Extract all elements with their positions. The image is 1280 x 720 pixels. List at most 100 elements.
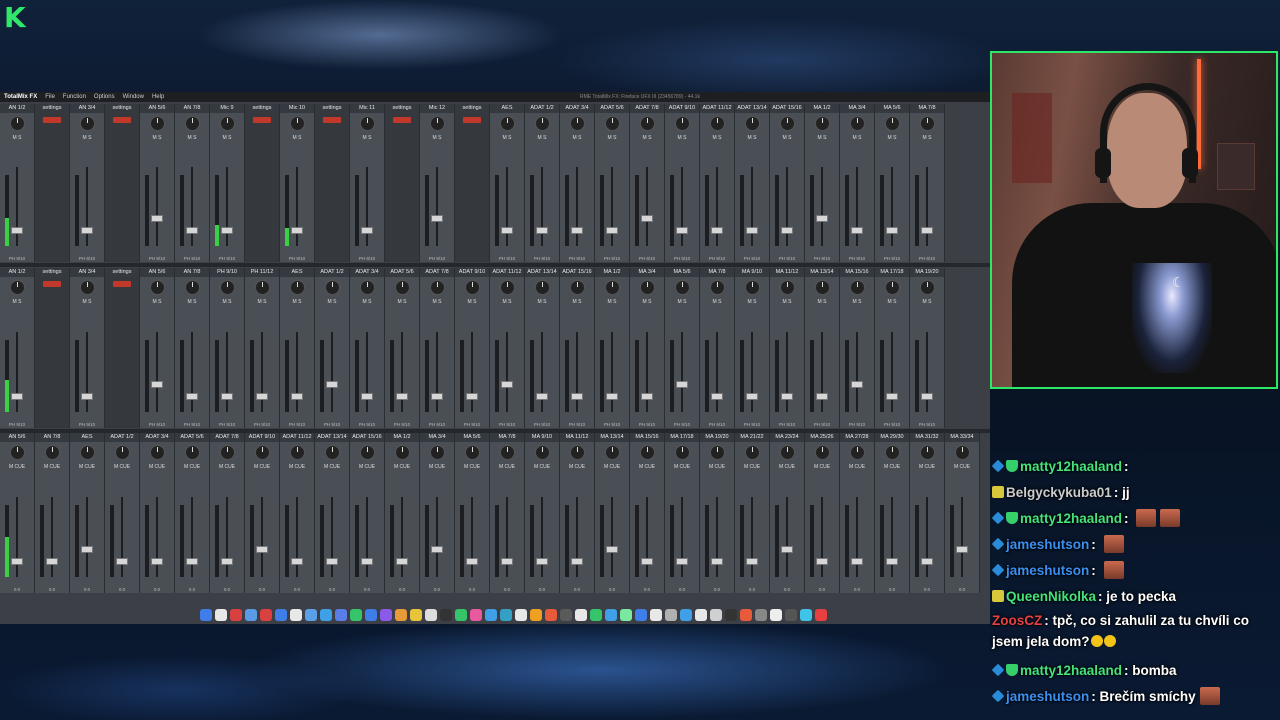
chat-username[interactable]: jameshutson — [1006, 563, 1089, 578]
volume-fader[interactable] — [151, 557, 163, 565]
volume-fader[interactable] — [851, 380, 863, 388]
mute-solo-buttons[interactable]: M CUE — [525, 464, 559, 470]
volume-fader[interactable] — [116, 557, 128, 565]
mute-solo-buttons[interactable]: M S — [420, 299, 454, 305]
dock-app-icon[interactable] — [305, 609, 317, 621]
chat-username[interactable]: jameshutson — [1006, 537, 1089, 552]
pan-knob[interactable] — [709, 280, 725, 295]
dock-app-icon[interactable] — [665, 609, 677, 621]
dock-app-icon[interactable] — [425, 609, 437, 621]
dock-app-icon[interactable] — [740, 609, 752, 621]
mute-solo-buttons[interactable]: M S — [735, 299, 769, 305]
dock-app-icon[interactable] — [470, 609, 482, 621]
pan-knob[interactable] — [569, 280, 585, 295]
mute-solo-buttons[interactable]: M CUE — [140, 464, 174, 470]
dock-app-icon[interactable] — [680, 609, 692, 621]
stereo-toggle[interactable] — [43, 117, 61, 123]
volume-fader[interactable] — [816, 392, 828, 400]
volume-fader[interactable] — [431, 545, 443, 553]
volume-fader[interactable] — [746, 392, 758, 400]
mute-solo-buttons[interactable]: M CUE — [770, 464, 804, 470]
volume-fader[interactable] — [466, 392, 478, 400]
volume-fader[interactable] — [641, 557, 653, 565]
volume-fader[interactable] — [571, 227, 583, 235]
mute-solo-buttons[interactable]: M CUE — [0, 464, 34, 470]
dock-app-icon[interactable] — [545, 609, 557, 621]
mute-solo-buttons[interactable]: M S — [0, 299, 34, 305]
dock-app-icon[interactable] — [650, 609, 662, 621]
pan-knob[interactable] — [359, 116, 375, 131]
pan-knob[interactable] — [184, 116, 200, 131]
mute-solo-buttons[interactable]: M S — [70, 135, 104, 141]
volume-fader[interactable] — [886, 557, 898, 565]
stereo-toggle[interactable] — [113, 281, 131, 287]
mute-solo-buttons[interactable]: M CUE — [35, 464, 69, 470]
mute-solo-buttons[interactable]: M S — [910, 299, 944, 305]
mute-solo-buttons[interactable]: M CUE — [385, 464, 419, 470]
pan-knob[interactable] — [884, 445, 900, 460]
pan-knob[interactable] — [744, 116, 760, 131]
volume-fader[interactable] — [501, 380, 513, 388]
mute-solo-buttons[interactable]: M S — [525, 299, 559, 305]
volume-fader[interactable] — [186, 392, 198, 400]
dock-app-icon[interactable] — [710, 609, 722, 621]
channel-settings-panel[interactable]: settings — [455, 104, 490, 262]
volume-fader[interactable] — [746, 557, 758, 565]
pan-knob[interactable] — [674, 116, 690, 131]
menu-item-function[interactable]: Function — [63, 94, 86, 100]
pan-knob[interactable] — [79, 445, 95, 460]
volume-fader[interactable] — [711, 227, 723, 235]
pan-knob[interactable] — [499, 445, 515, 460]
volume-fader[interactable] — [81, 392, 93, 400]
dock-app-icon[interactable] — [725, 609, 737, 621]
dock-app-icon[interactable] — [500, 609, 512, 621]
pan-knob[interactable] — [289, 445, 305, 460]
volume-fader[interactable] — [956, 545, 968, 553]
volume-fader[interactable] — [46, 557, 58, 565]
dock-app-icon[interactable] — [275, 609, 287, 621]
mute-solo-buttons[interactable]: M CUE — [700, 464, 734, 470]
volume-fader[interactable] — [361, 392, 373, 400]
pan-knob[interactable] — [919, 116, 935, 131]
mute-solo-buttons[interactable]: M S — [70, 299, 104, 305]
chat-username[interactable]: ZoosCZ — [992, 613, 1042, 628]
mute-solo-buttons[interactable]: M CUE — [560, 464, 594, 470]
mute-solo-buttons[interactable]: M S — [875, 299, 909, 305]
dock-app-icon[interactable] — [395, 609, 407, 621]
pan-knob[interactable] — [254, 280, 270, 295]
mute-solo-buttons[interactable]: M S — [805, 135, 839, 141]
mute-solo-buttons[interactable]: M S — [875, 135, 909, 141]
dock-app-icon[interactable] — [575, 609, 587, 621]
stereo-toggle[interactable] — [253, 117, 271, 123]
stereo-toggle[interactable] — [43, 281, 61, 287]
mute-solo-buttons[interactable]: M CUE — [875, 464, 909, 470]
volume-fader[interactable] — [676, 227, 688, 235]
mute-solo-buttons[interactable]: M S — [0, 135, 34, 141]
dock-app-icon[interactable] — [290, 609, 302, 621]
volume-fader[interactable] — [886, 227, 898, 235]
pan-knob[interactable] — [744, 445, 760, 460]
pan-knob[interactable] — [324, 445, 340, 460]
pan-knob[interactable] — [884, 280, 900, 295]
mute-solo-buttons[interactable]: M CUE — [105, 464, 139, 470]
mute-solo-buttons[interactable]: M S — [560, 299, 594, 305]
chat-username[interactable]: jameshutson — [1006, 689, 1089, 704]
channel-settings-panel[interactable]: settings — [35, 104, 70, 262]
volume-fader[interactable] — [536, 227, 548, 235]
menu-item-window[interactable]: Window — [123, 94, 144, 100]
mute-solo-buttons[interactable]: M S — [175, 135, 209, 141]
channel-settings-panel[interactable]: settings — [35, 268, 70, 428]
volume-fader[interactable] — [571, 392, 583, 400]
volume-fader[interactable] — [641, 392, 653, 400]
volume-fader[interactable] — [11, 557, 23, 565]
volume-fader[interactable] — [361, 227, 373, 235]
menu-item-totalmix-fx[interactable]: TotalMix FX — [4, 94, 37, 100]
volume-fader[interactable] — [886, 392, 898, 400]
mute-solo-buttons[interactable]: M CUE — [630, 464, 664, 470]
pan-knob[interactable] — [569, 445, 585, 460]
volume-fader[interactable] — [921, 392, 933, 400]
volume-fader[interactable] — [431, 215, 443, 223]
dock-app-icon[interactable] — [200, 609, 212, 621]
volume-fader[interactable] — [151, 380, 163, 388]
pan-knob[interactable] — [534, 116, 550, 131]
